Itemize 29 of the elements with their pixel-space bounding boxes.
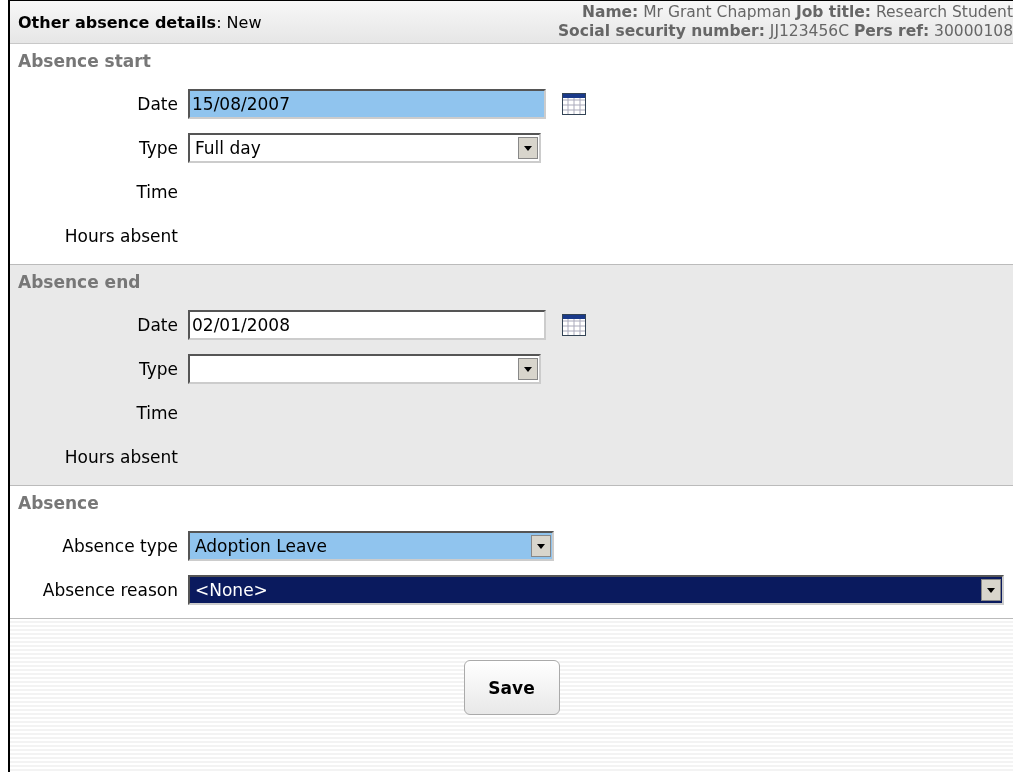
dropdown-field[interactable]: Adoption Leave — [188, 531, 554, 561]
section-title: Absence start — [17, 50, 152, 73]
employee-info: Name: Mr Grant Chapman Job title: Research Student — [582, 3, 1013, 22]
date-field[interactable]: 15/08/2007 — [188, 89, 546, 119]
field-label: Date — [136, 315, 179, 335]
section-title: Absence — [17, 492, 100, 515]
section-title: Absence end — [17, 271, 142, 294]
field-label: Type — [137, 138, 179, 158]
caret-icon — [524, 145, 532, 151]
field-label: Hours absent — [63, 447, 179, 467]
date-field[interactable]: 02/01/2008 — [188, 310, 546, 340]
dropdown-field[interactable] — [188, 354, 541, 384]
employee-info: Social security number: JJ123456C Pers ref: 30000108 — [557, 22, 1013, 41]
field-label: Hours absent — [63, 226, 179, 246]
field-label: Date — [136, 94, 179, 114]
caret-icon — [987, 587, 995, 593]
caret-icon — [537, 543, 545, 549]
calendar-icon[interactable] — [562, 93, 586, 115]
dropdown-field[interactable]: Full day — [188, 133, 541, 163]
page-title: Other absence details: New — [18, 12, 262, 32]
field-label: Time — [135, 182, 179, 202]
field-label: Type — [137, 359, 179, 379]
caret-icon — [524, 366, 532, 372]
field-label: Time — [135, 403, 179, 423]
save-button[interactable]: Save — [463, 660, 560, 715]
field-label: Absence reason — [41, 580, 179, 600]
dropdown-field[interactable]: <None> — [188, 575, 1004, 605]
calendar-icon[interactable] — [562, 314, 586, 336]
field-label: Absence type — [61, 536, 179, 556]
